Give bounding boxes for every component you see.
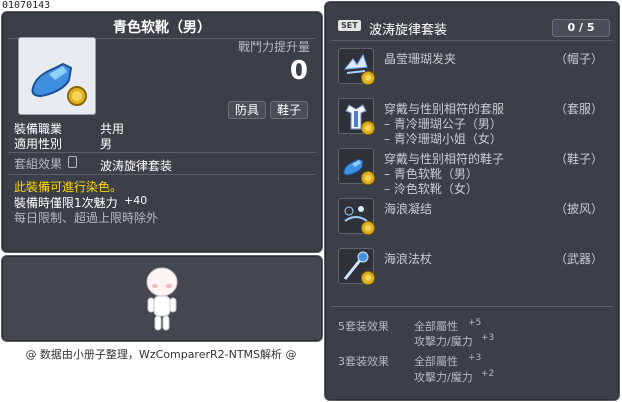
set-item-icon-shoes	[338, 148, 375, 185]
set-effect-stat-value: +5	[468, 318, 482, 328]
power-value: 0	[289, 56, 308, 86]
set-item-sub: – 泠色软靴（女）	[384, 182, 478, 196]
set-title: 波涛旋律套装	[369, 23, 448, 38]
set-effect-stat-value: +2	[481, 369, 495, 379]
dye-note: 此裝備可進行染色。	[14, 180, 123, 194]
footer-credit: @ 数据由小册子整理，WzComparerR2-NTMS解析 @	[25, 348, 297, 361]
boot-icon	[31, 62, 87, 106]
set-effect-stat: 全部屬性	[414, 320, 458, 333]
set-item-name: 海浪法杖	[384, 252, 433, 266]
power-label: 戰鬥力提升量	[237, 40, 310, 54]
set-effect-label: 3套装效果	[338, 355, 389, 368]
item-id: 01070143	[2, 0, 51, 11]
set-badge: SET	[338, 20, 361, 31]
set-item-icon-staff	[338, 248, 375, 285]
set-item-icon-hairpin	[338, 48, 375, 85]
set-item-icon-outfit	[338, 98, 375, 135]
set-item-slot: （披风）	[555, 202, 604, 216]
tag-shoes: 鞋子	[270, 101, 308, 119]
avatar-preview-panel	[1, 255, 323, 342]
set-effect-stat: 攻擊力/魔力	[414, 371, 473, 384]
set-item-icon-cape	[338, 198, 375, 235]
set-item-slot: （帽子）	[555, 52, 604, 66]
item-name: 青色软靴（男）	[113, 20, 211, 36]
set-effect-stat: 攻擊力/魔力	[414, 335, 473, 348]
charm-value: +40	[124, 194, 148, 207]
set-label: 套組效果	[14, 157, 63, 171]
set-value: 波涛旋律套装	[100, 159, 173, 173]
set-item-name: 海浪凝结	[384, 202, 433, 216]
set-item-name: 晶莹珊瑚发夹	[384, 52, 457, 66]
set-count: 0 / 5	[552, 19, 610, 37]
set-item-slot: （鞋子）	[555, 152, 604, 166]
item-tooltip-panel: 青色软靴（男） 戰鬥力提升量 0 防具 鞋子 裝備職業 共用 適用性別 男 套組…	[1, 11, 323, 253]
set-effect-label: 5套装效果	[338, 320, 389, 333]
set-item-slot: （套服）	[555, 102, 604, 116]
set-effect-stat-value: +3	[481, 333, 495, 343]
avatar	[146, 267, 178, 331]
set-effect-stat-value: +3	[468, 353, 482, 363]
limit-note: 每日限制、超過上限時除外	[14, 211, 159, 225]
gender-label: 適用性別	[14, 137, 63, 151]
set-item-sub: – 青冷珊瑚小姐（女）	[384, 132, 502, 146]
set-panel: SET 波涛旋律套装 0 / 5 晶莹珊瑚发夹 （帽子） 穿戴与性别相符的套服 …	[324, 1, 620, 401]
gender-value: 男	[100, 137, 113, 151]
item-icon-frame	[18, 37, 96, 115]
set-item-slot: （武器）	[555, 252, 604, 266]
info-icon	[68, 156, 77, 168]
tag-armor: 防具	[228, 101, 266, 119]
set-effect-stat: 全部屬性	[414, 355, 458, 368]
